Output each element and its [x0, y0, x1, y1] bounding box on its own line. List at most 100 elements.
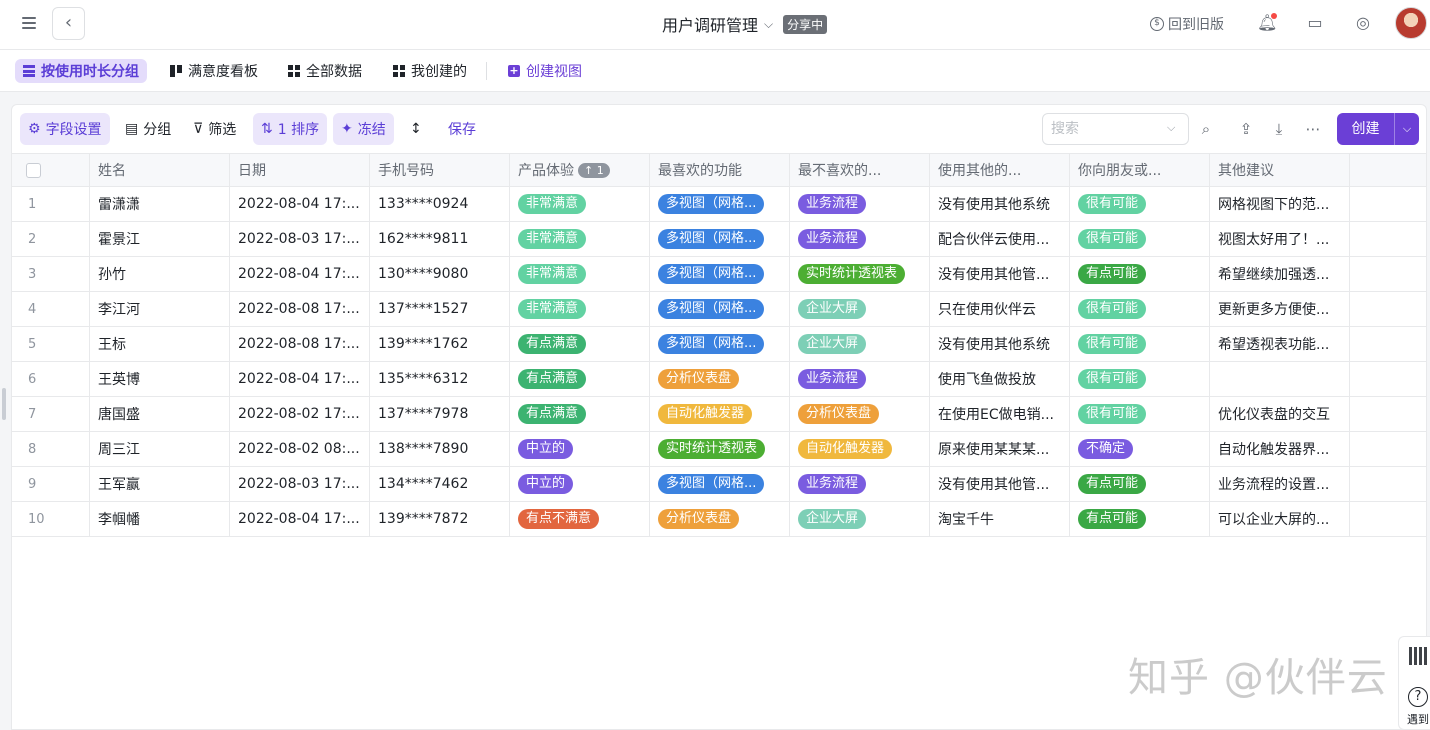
table-row[interactable]: 10 李帼幡 2022-08-04 17:... 139****7872 有点不满意 分析…: [12, 502, 1426, 537]
cell-other-system[interactable]: 使用飞鱼做投放: [930, 362, 1070, 396]
cell-date[interactable]: 2022-08-04 17:...: [230, 187, 370, 221]
resize-handle[interactable]: [2, 388, 6, 420]
cell-name[interactable]: 李帼幡: [90, 502, 230, 536]
create-view-button[interactable]: + 创建视图: [500, 59, 590, 83]
table-row[interactable]: 3 孙竹 2022-08-04 17:... 130****9080 非常满意 多视图（网…: [12, 257, 1426, 292]
cell-suggestion[interactable]: 自动化触发器界...: [1210, 432, 1350, 466]
search-icon[interactable]: ⌕: [1190, 113, 1222, 145]
cell-phone[interactable]: 138****7890: [370, 432, 510, 466]
row-index[interactable]: 1: [12, 187, 90, 221]
select-all-checkbox-cell[interactable]: [12, 154, 90, 186]
table-row[interactable]: 9 王军赢 2022-08-03 17:... 134****7462 中立的 多视图（网…: [12, 467, 1426, 502]
old-version-button[interactable]: $ 回到旧版: [1150, 14, 1224, 34]
cell-suggestion[interactable]: 优化仪表盘的交互: [1210, 397, 1350, 431]
inbox-icon[interactable]: ▭: [1305, 13, 1325, 33]
cell-suggestion[interactable]: 可以企业大屏的...: [1210, 502, 1350, 536]
cell-date[interactable]: 2022-08-02 08:...: [230, 432, 370, 466]
cell-other-system[interactable]: 在使用EC做电销...: [930, 397, 1070, 431]
upload-icon[interactable]: ⇪: [1232, 113, 1260, 145]
cell-favorite[interactable]: 实时统计透视表: [650, 432, 790, 466]
cell-experience[interactable]: 非常满意: [510, 187, 650, 221]
row-height-button[interactable]: ↕: [402, 113, 430, 145]
cell-suggestion[interactable]: 网格视图下的范...: [1210, 187, 1350, 221]
qr-code-icon[interactable]: [1409, 647, 1427, 665]
cell-name[interactable]: 王英博: [90, 362, 230, 396]
cell-date[interactable]: 2022-08-08 17:...: [230, 327, 370, 361]
row-index[interactable]: 2: [12, 222, 90, 256]
table-row[interactable]: 5 王标 2022-08-08 17:... 139****1762 有点满意 多视图（网…: [12, 327, 1426, 362]
cell-favorite[interactable]: 分析仪表盘: [650, 502, 790, 536]
cell-name[interactable]: 周三江: [90, 432, 230, 466]
cell-favorite[interactable]: 多视图（网格...: [650, 292, 790, 326]
menu-icon[interactable]: [20, 14, 42, 36]
cell-recommend[interactable]: 有点可能: [1070, 467, 1210, 501]
cell-dislike[interactable]: 企业大屏: [790, 292, 930, 326]
column-header-suggestion[interactable]: 其他建议: [1210, 154, 1350, 186]
column-header-favorite[interactable]: 最喜欢的功能: [650, 154, 790, 186]
cell-suggestion[interactable]: 更新更多方便使...: [1210, 292, 1350, 326]
cell-name[interactable]: 王军赢: [90, 467, 230, 501]
cell-recommend[interactable]: 不确定: [1070, 432, 1210, 466]
search-field[interactable]: ⌵: [1042, 113, 1189, 145]
cell-suggestion[interactable]: 希望继续加强透...: [1210, 257, 1350, 291]
cell-recommend[interactable]: 很有可能: [1070, 187, 1210, 221]
cell-favorite[interactable]: 多视图（网格...: [650, 327, 790, 361]
row-index[interactable]: 3: [12, 257, 90, 291]
row-index[interactable]: 5: [12, 327, 90, 361]
help-icon[interactable]: ?: [1408, 687, 1428, 707]
column-header-other-system[interactable]: 使用其他的...: [930, 154, 1070, 186]
cell-name[interactable]: 孙竹: [90, 257, 230, 291]
view-tab-group-by-usage[interactable]: 按使用时长分组: [15, 59, 147, 83]
group-button[interactable]: ▤ 分组: [117, 113, 179, 145]
cell-other-system[interactable]: 没有使用其他管...: [930, 257, 1070, 291]
cell-suggestion[interactable]: [1210, 362, 1350, 396]
cell-phone[interactable]: 137****1527: [370, 292, 510, 326]
cell-experience[interactable]: 中立的: [510, 432, 650, 466]
cell-favorite[interactable]: 多视图（网格...: [650, 222, 790, 256]
filter-button[interactable]: ⊽ 筛选: [185, 113, 244, 145]
cell-dislike[interactable]: 业务流程: [790, 187, 930, 221]
cell-dislike[interactable]: 业务流程: [790, 362, 930, 396]
cell-phone[interactable]: 139****7872: [370, 502, 510, 536]
cell-phone[interactable]: 135****6312: [370, 362, 510, 396]
cell-other-system[interactable]: 只在使用伙伴云: [930, 292, 1070, 326]
search-input[interactable]: [1043, 114, 1153, 144]
cell-date[interactable]: 2022-08-04 17:...: [230, 502, 370, 536]
chevron-down-icon[interactable]: ⌵: [1167, 121, 1175, 135]
column-header-phone[interactable]: 手机号码: [370, 154, 510, 186]
cell-dislike[interactable]: 实时统计透视表: [790, 257, 930, 291]
column-header-dislike[interactable]: 最不喜欢的...: [790, 154, 930, 186]
cell-recommend[interactable]: 很有可能: [1070, 397, 1210, 431]
save-button[interactable]: 保存: [440, 113, 484, 145]
cell-dislike[interactable]: 业务流程: [790, 222, 930, 256]
table-row[interactable]: 4 李江河 2022-08-08 17:... 137****1527 非常满意 多视图（…: [12, 292, 1426, 327]
view-tab-all-data[interactable]: 全部数据: [280, 59, 370, 83]
cell-dislike[interactable]: 业务流程: [790, 467, 930, 501]
cell-favorite[interactable]: 自动化触发器: [650, 397, 790, 431]
create-button[interactable]: 创建 ⌵: [1337, 113, 1419, 145]
cell-suggestion[interactable]: 业务流程的设置...: [1210, 467, 1350, 501]
cell-recommend[interactable]: 很有可能: [1070, 327, 1210, 361]
cell-name[interactable]: 霍景江: [90, 222, 230, 256]
cell-suggestion[interactable]: 希望透视表功能...: [1210, 327, 1350, 361]
cell-date[interactable]: 2022-08-02 17:...: [230, 397, 370, 431]
column-header-experience[interactable]: 产品体验 ↑ 1: [510, 154, 650, 186]
cell-favorite[interactable]: 分析仪表盘: [650, 362, 790, 396]
cell-other-system[interactable]: 原来使用某某某...: [930, 432, 1070, 466]
cell-other-system[interactable]: 淘宝千牛: [930, 502, 1070, 536]
cell-other-system[interactable]: 没有使用其他系统: [930, 187, 1070, 221]
cell-dislike[interactable]: 企业大屏: [790, 327, 930, 361]
cell-date[interactable]: 2022-08-04 17:...: [230, 362, 370, 396]
row-index[interactable]: 4: [12, 292, 90, 326]
chevron-down-icon[interactable]: ⌵: [1395, 113, 1419, 145]
row-index[interactable]: 10: [12, 502, 90, 536]
freeze-button[interactable]: ✦ 冻结: [333, 113, 394, 145]
table-row[interactable]: 8 周三江 2022-08-02 08:... 138****7890 中立的 实时统计透…: [12, 432, 1426, 467]
cell-name[interactable]: 李江河: [90, 292, 230, 326]
cell-name[interactable]: 雷潇潇: [90, 187, 230, 221]
cell-date[interactable]: 2022-08-04 17:...: [230, 257, 370, 291]
row-index[interactable]: 9: [12, 467, 90, 501]
table-row[interactable]: 7 唐国盛 2022-08-02 17:... 137****7978 有点满意 自动化触…: [12, 397, 1426, 432]
cell-phone[interactable]: 134****7462: [370, 467, 510, 501]
cell-recommend[interactable]: 很有可能: [1070, 362, 1210, 396]
